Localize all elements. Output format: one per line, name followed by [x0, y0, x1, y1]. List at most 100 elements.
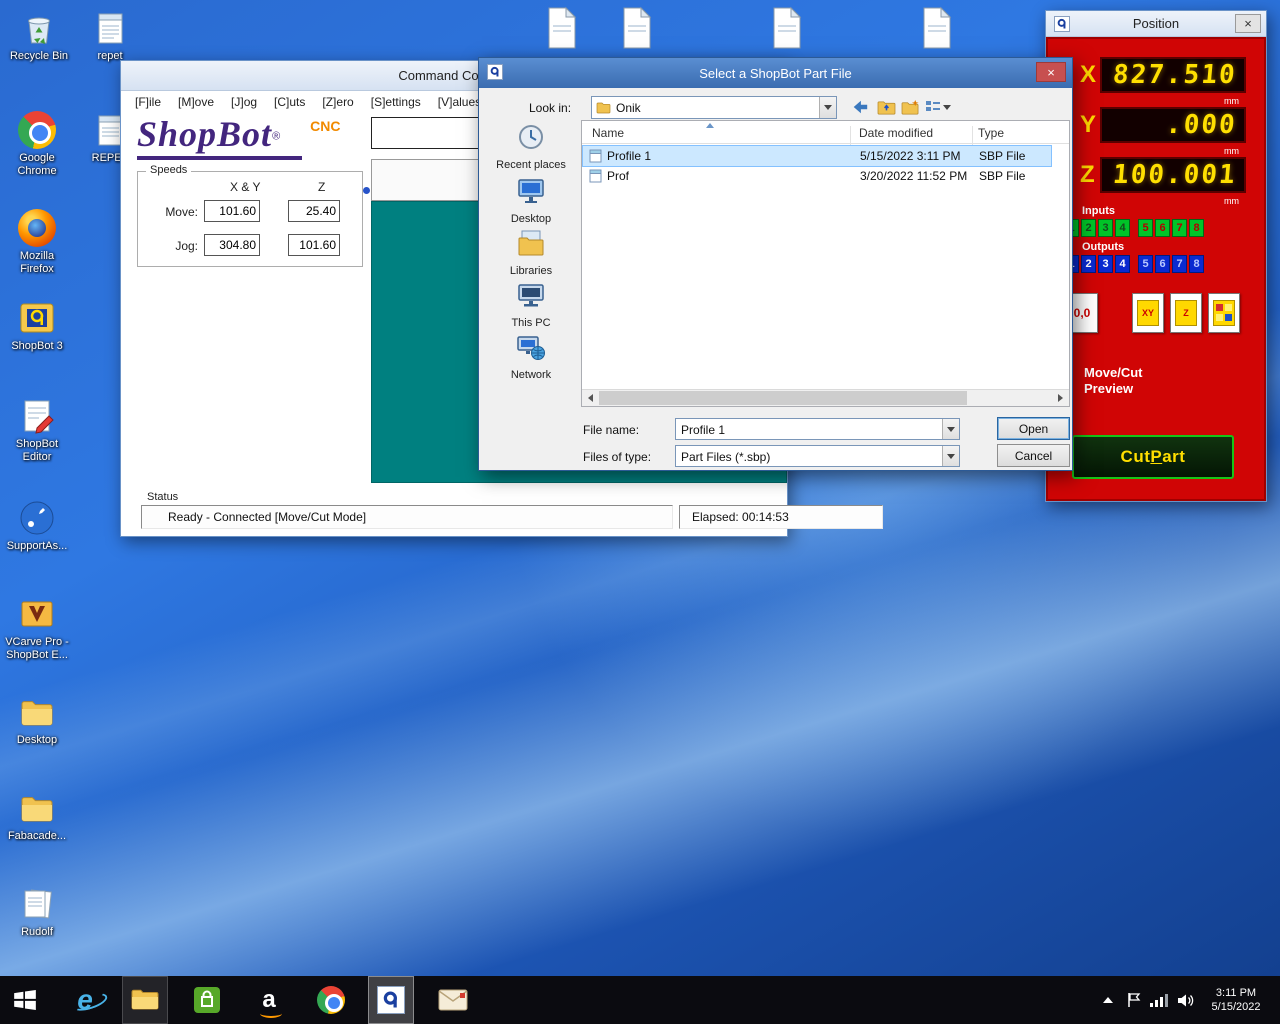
dialog-titlebar[interactable]: Select a ShopBot Part File [479, 58, 1072, 88]
back-arrow-icon [853, 100, 868, 114]
cancel-button[interactable]: Cancel [997, 444, 1070, 467]
libraries-icon [518, 230, 544, 256]
files-of-type-value: Part Files (*.sbp) [681, 450, 771, 464]
column-header-type[interactable]: Type [978, 126, 1004, 140]
menu-item-cuts[interactable]: [C]uts [274, 95, 305, 109]
taskbar-ie-button[interactable]: e [62, 976, 110, 1024]
zero-xy-axes-button[interactable]: XY [1132, 293, 1164, 333]
desktop-icon-google-chrome[interactable]: Google Chrome [3, 110, 71, 178]
output-indicator-8[interactable]: 8 [1189, 255, 1204, 273]
file-row-profile-1[interactable]: Profile 1 5/15/2022 3:11 PM SBP File [582, 145, 1052, 167]
column-header-xy: X & Y [230, 180, 261, 194]
network-status-button[interactable] [1148, 976, 1170, 1024]
jog-xy-speed-input[interactable] [204, 234, 260, 256]
desktop-icon-mozilla-firefox[interactable]: Mozilla Firefox [3, 208, 71, 276]
file-row-prof[interactable]: Prof 3/20/2022 11:52 PM SBP File [583, 166, 1051, 186]
new-folder-icon [901, 99, 919, 114]
place-this-pc[interactable]: This PC [485, 280, 577, 329]
volume-button[interactable] [1174, 976, 1196, 1024]
up-one-level-button[interactable] [875, 96, 897, 118]
desktop-icon-rudolf[interactable]: Rudolf [3, 884, 71, 939]
scroll-right-icon[interactable] [1052, 390, 1069, 406]
desktop-file-icon[interactable] [621, 6, 653, 55]
taskbar-mail-button[interactable] [430, 976, 476, 1024]
move-xy-speed-input[interactable] [204, 200, 260, 222]
start-button[interactable] [2, 976, 48, 1024]
menu-item-zero[interactable]: [Z]ero [322, 95, 353, 109]
desktop-icon-vcarve-pro[interactable]: VCarve Pro - ShopBot E... [3, 594, 71, 662]
desktop-icon-label: Recycle Bin [9, 50, 69, 62]
open-button[interactable]: Open [997, 417, 1070, 440]
documents-icon [17, 884, 57, 924]
new-folder-button[interactable] [899, 96, 921, 118]
jog-z-speed-input[interactable] [288, 234, 340, 256]
place-network[interactable]: Network [485, 332, 577, 381]
output-indicator-4[interactable]: 4 [1115, 255, 1130, 273]
network-signal-icon [1150, 994, 1168, 1007]
desktop-icon-label: Desktop [16, 734, 58, 746]
desktop-icon-shopbot-editor[interactable]: ShopBot Editor [3, 396, 71, 464]
desktop-icon-supportassist[interactable]: SupportAs... [3, 498, 71, 553]
menu-item-settings[interactable]: [S]ettings [371, 95, 421, 109]
speaker-icon [1177, 994, 1193, 1006]
desktop-icon-fabacade[interactable]: Fabacade... [3, 788, 71, 843]
output-indicator-5[interactable]: 5 [1138, 255, 1153, 273]
move-z-speed-input[interactable] [288, 200, 340, 222]
taskbar-file-explorer-button[interactable] [122, 976, 168, 1024]
place-desktop[interactable]: Desktop [485, 176, 577, 225]
output-indicator-6[interactable]: 6 [1155, 255, 1170, 273]
scroll-left-icon[interactable] [582, 390, 599, 406]
action-center-button[interactable] [1124, 976, 1144, 1024]
close-icon[interactable]: × [1235, 14, 1261, 33]
scrollbar-thumb[interactable] [599, 391, 967, 405]
taskbar-amazon-button[interactable]: a [246, 976, 292, 1024]
output-indicator-2[interactable]: 2 [1081, 255, 1096, 273]
output-indicator-3[interactable]: 3 [1098, 255, 1113, 273]
place-libraries[interactable]: Libraries [485, 228, 577, 277]
desktop-icon-recycle-bin[interactable]: Recycle Bin [5, 8, 73, 63]
files-of-type-combo[interactable]: Part Files (*.sbp) [675, 445, 960, 467]
horizontal-scrollbar[interactable] [582, 389, 1069, 406]
window-titlebar[interactable]: Position [1046, 11, 1266, 37]
desktop-icon-repet[interactable]: repet [76, 8, 144, 63]
taskbar-shopbot-button[interactable] [368, 976, 414, 1024]
internet-explorer-icon: e [70, 986, 110, 1015]
desktop-icon-shopbot-3[interactable]: ShopBot 3 [3, 298, 71, 353]
cut-part-button[interactable]: Cut Part [1072, 435, 1234, 479]
axis-label-x: X [1080, 61, 1097, 88]
input-indicator-6: 6 [1155, 219, 1170, 237]
menu-item-values[interactable]: [V]alues [438, 95, 481, 109]
menu-item-move[interactable]: [M]ove [178, 95, 214, 109]
file-name-combo[interactable]: Profile 1 [675, 418, 960, 440]
chevron-down-icon[interactable] [942, 419, 959, 439]
file-name-label: File name: [583, 423, 640, 437]
chevron-down-icon[interactable] [819, 97, 836, 118]
column-header-date-modified[interactable]: Date modified [859, 126, 933, 140]
chrome-icon [17, 110, 57, 150]
look-in-dropdown[interactable]: Onik [591, 96, 837, 119]
views-menu-button[interactable] [923, 96, 953, 118]
desktop-icon-desktop-folder[interactable]: Desktop [3, 692, 71, 747]
desktop-file-icon[interactable] [771, 6, 803, 55]
chevron-down-icon[interactable] [942, 446, 959, 466]
show-hidden-icons-button[interactable] [1098, 976, 1118, 1024]
y-position-display: .000 [1100, 107, 1246, 143]
taskbar-store-button[interactable] [184, 976, 230, 1024]
output-indicator-7[interactable]: 7 [1172, 255, 1187, 273]
menu-item-jog[interactable]: [J]og [231, 95, 257, 109]
menu-item-file[interactable]: [F]ile [135, 95, 161, 109]
close-icon[interactable]: × [1036, 62, 1066, 82]
column-header-name[interactable]: Name [592, 126, 624, 140]
zero-z-axis-button[interactable]: Z [1170, 293, 1202, 333]
status-section-label: Status [147, 491, 179, 503]
desktop-file-icon[interactable] [921, 6, 953, 55]
taskbar-chrome-button[interactable] [308, 976, 354, 1024]
shopbot-logo: ShopBot® CNC [137, 113, 341, 160]
sort-ascending-icon [706, 123, 714, 128]
z-position-display: 100.001 [1100, 157, 1246, 193]
back-button[interactable] [849, 96, 871, 118]
desktop-file-icon[interactable] [546, 6, 578, 55]
table-view-button[interactable] [1208, 293, 1240, 333]
taskbar-clock[interactable]: 3:11 PM 5/15/2022 [1198, 976, 1274, 1024]
place-recent-places[interactable]: Recent places [485, 122, 577, 171]
